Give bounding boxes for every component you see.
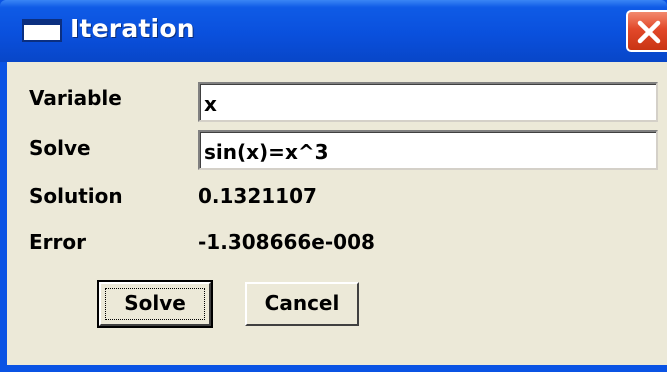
focus-rectangle bbox=[105, 288, 205, 320]
error-value: -1.308666e-008 bbox=[198, 230, 375, 254]
variable-field[interactable]: x bbox=[198, 82, 658, 122]
error-label: Error bbox=[29, 230, 86, 254]
solution-label: Solution bbox=[29, 184, 123, 208]
close-icon bbox=[637, 20, 661, 44]
cancel-button-label: Cancel bbox=[264, 291, 340, 315]
solve-button[interactable]: Solve bbox=[97, 280, 213, 328]
window-icon bbox=[22, 19, 62, 42]
window-title: Iteration bbox=[70, 14, 195, 43]
solution-value: 0.1321107 bbox=[198, 184, 317, 208]
cancel-button[interactable]: Cancel bbox=[245, 282, 359, 326]
solve-label: Solve bbox=[29, 136, 91, 160]
close-button[interactable] bbox=[626, 10, 667, 52]
dialog-body: Variable x Solve sin(x)=x^3 Solution 0.1… bbox=[7, 62, 667, 365]
variable-label: Variable bbox=[29, 86, 122, 110]
solve-equation-field[interactable]: sin(x)=x^3 bbox=[198, 130, 658, 170]
title-bar[interactable]: Iteration bbox=[0, 0, 667, 62]
iteration-dialog: Iteration Variable x Solve sin(x)=x^3 So… bbox=[0, 0, 667, 372]
